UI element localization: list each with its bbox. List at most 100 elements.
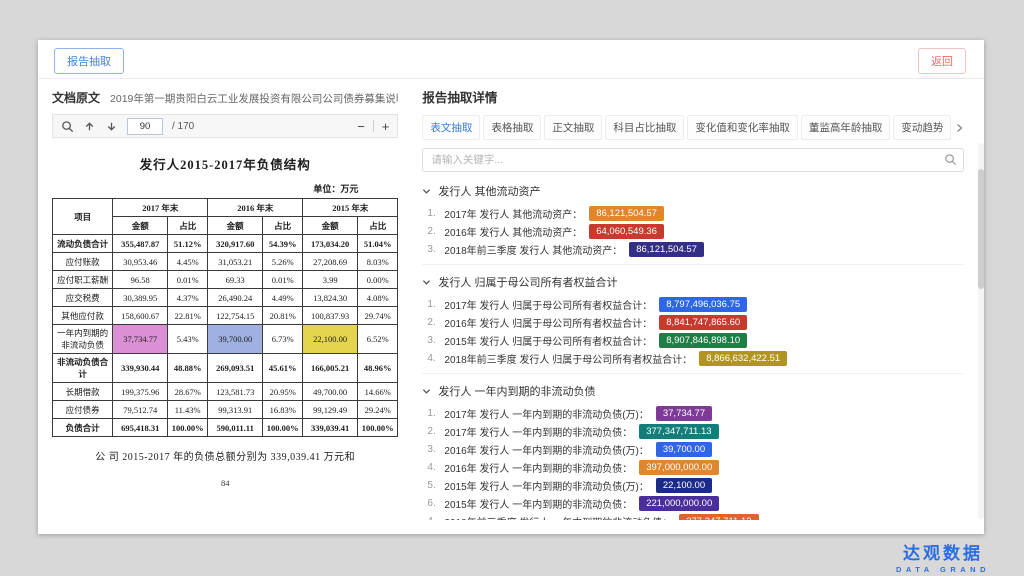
tab-3[interactable]: 科目占比抽取 — [605, 115, 684, 140]
extraction-item: 4.2018年前三季度 发行人 归属于母公司所有者权益合计： 8,866,632,… — [422, 349, 964, 367]
amount-cell: 3.99 — [303, 271, 358, 289]
table-row: 长期借款199,375.9628.67%123,581.7320.95%49,7… — [53, 383, 398, 401]
page-up-icon[interactable] — [83, 120, 96, 133]
percent-cell: 5.26% — [263, 253, 303, 271]
tab-5[interactable]: 董监高年龄抽取 — [801, 115, 891, 140]
value-badge[interactable]: 22,100.00 — [656, 478, 712, 493]
amount-cell: 122,754.15 — [208, 307, 263, 325]
percent-cell: 0.00% — [358, 271, 398, 289]
tab-4[interactable]: 变化值和变化率抽取 — [687, 115, 798, 140]
report-extract-button[interactable]: 报告抽取 — [54, 48, 124, 74]
highlighted-amount-cell[interactable]: 22,100.00 — [303, 325, 358, 354]
amount-cell: 69.33 — [208, 271, 263, 289]
tab-1[interactable]: 表格抽取 — [483, 115, 541, 140]
extraction-item: 2.2016年 发行人 归属于母公司所有者权益合计：8,841,747,865.… — [422, 313, 964, 331]
percent-cell: 6.52% — [358, 325, 398, 354]
item-index: 4. — [427, 516, 444, 521]
zoom-in-button[interactable]: + — [382, 119, 390, 134]
tab-2[interactable]: 正文抽取 — [544, 115, 602, 140]
item-index: 1. — [427, 408, 444, 419]
table-title: 发行人2015-2017年负债结构 — [52, 154, 398, 173]
tab-0[interactable]: 表文抽取 — [422, 115, 480, 140]
page-number-input[interactable] — [127, 118, 163, 135]
value-badge[interactable]: 8,797,496,036.75 — [659, 297, 747, 312]
percent-cell: 54.39% — [263, 235, 303, 253]
amount-cell: 590,011.11 — [208, 419, 263, 437]
value-badge[interactable]: 8,841,747,865.60 — [659, 315, 747, 330]
item-index: 2. — [427, 226, 444, 237]
extraction-item: 4.2016年 发行人 一年内到期的非流动负债：397,000,000.00 — [422, 458, 964, 476]
value-badge[interactable]: 221,000,000.00 — [639, 496, 719, 511]
back-button[interactable]: 返回 — [918, 48, 966, 74]
search-icon[interactable] — [61, 120, 74, 133]
table-row: 流动负债合计355,487.8751.12%320,917.6054.39%17… — [53, 235, 398, 253]
extraction-sections: 发行人 其他流动资产 1. 2017年 发行人 其他流动资产： 86,121,504.… — [422, 174, 964, 520]
amount-cell: 173,034.20 — [303, 235, 358, 253]
value-badge[interactable]: 377,347,711.13 — [639, 424, 718, 439]
scrollbar-thumb[interactable] — [978, 169, 984, 289]
item-label: 2015年 发行人 一年内到期的非流动负债(万)： — [444, 478, 648, 493]
item-label: 2017年 发行人 归属于母公司所有者权益合计： — [444, 297, 652, 312]
section-header[interactable]: 发行人 归属于母公司所有者权益合计 — [422, 268, 964, 295]
search-box — [422, 148, 964, 172]
extraction-section: 发行人 其他流动资产1.2017年 发行人 其他流动资产：86,121,504.… — [422, 174, 964, 265]
percent-cell: 5.43% — [168, 325, 208, 354]
item-index: 5. — [427, 480, 444, 491]
table-row: 应付债券79,512.7411.43%99,313.9116.83%99,129… — [53, 401, 398, 419]
highlighted-amount-cell[interactable]: 39,700.00 — [208, 325, 263, 354]
value-badge[interactable]: 377,347,711.13 — [679, 514, 758, 521]
percent-cell: 48.96% — [358, 354, 398, 383]
item-label: 2018年前三季度 发行人 其他流动资产： — [444, 242, 622, 257]
item-label: 2017年 发行人 其他流动资产： — [444, 206, 582, 221]
logo-cn-text: 达观数据 — [896, 539, 990, 564]
item-index: 4. — [427, 462, 444, 473]
extraction-item: 4.2018年前三季度 发行人 一年内到期的非流动负债：377,347,711.… — [422, 512, 964, 520]
extraction-item: 3.2016年 发行人 一年内到期的非流动负债(万)：39,700.00 — [422, 440, 964, 458]
zoom-out-button[interactable]: − — [357, 119, 365, 134]
right-pane-scrollbar[interactable] — [978, 143, 984, 519]
pdf-page: 发行人2015-2017年负债结构 单位：万元 项目 2017 年末 2016 … — [52, 140, 398, 528]
highlighted-amount-cell[interactable]: 37,734.77 — [113, 325, 168, 354]
table-footnote: 公 司 2015-2017 年的负债总额分别为 339,039.41 万元和 — [52, 448, 398, 463]
section-header[interactable]: 发行人 一年内到期的非流动负债 — [422, 377, 964, 404]
row-item-name: 一年内到期的非流动负债 — [53, 325, 113, 354]
main-panel: 报告抽取 返回 文档原文 2019年第一期贵阳白云工业发展投资有限公司公司债券募… — [38, 40, 984, 534]
tabs-row: 表文抽取表格抽取正文抽取科目占比抽取变化值和变化率抽取董监高年龄抽取变动趋势 — [422, 115, 964, 140]
value-badge[interactable]: 8,866,632,422.51 — [699, 351, 787, 366]
amount-cell: 30,953.46 — [113, 253, 168, 271]
value-badge[interactable]: 86,121,504.57 — [589, 206, 664, 221]
value-badge[interactable]: 397,000,000.00 — [639, 460, 719, 475]
value-badge[interactable]: 39,700.00 — [656, 442, 712, 457]
amount-cell: 96.58 — [113, 271, 168, 289]
amount-cell: 27,208.69 — [303, 253, 358, 271]
item-index: 4. — [427, 353, 444, 364]
toolbar-divider — [373, 120, 374, 132]
value-badge[interactable]: 8,907,846,898.10 — [659, 333, 747, 348]
value-badge[interactable]: 37,734.77 — [656, 406, 712, 421]
percent-cell: 8.03% — [358, 253, 398, 271]
extraction-item: 3.2018年前三季度 发行人 其他流动资产：86,121,504.57 — [422, 240, 964, 258]
amount-cell: 100,837.93 — [303, 307, 358, 325]
section-header[interactable]: 发行人 其他流动资产 — [422, 177, 964, 204]
page-down-icon[interactable] — [105, 120, 118, 133]
amount-cell: 166,005.21 — [303, 354, 358, 383]
percent-cell: 20.81% — [263, 307, 303, 325]
amount-cell: 320,917.60 — [208, 235, 263, 253]
amount-cell: 31,053.21 — [208, 253, 263, 271]
keyword-search-input[interactable] — [422, 148, 964, 172]
value-badge[interactable]: 64,060,549.36 — [589, 224, 664, 239]
row-item-name: 其他应付款 — [53, 307, 113, 325]
header-year-2017: 2017 年末 — [113, 199, 208, 217]
app-background: 报告抽取 返回 文档原文 2019年第一期贵阳白云工业发展投资有限公司公司债券募… — [0, 0, 1024, 576]
extraction-item: 1.2017年 发行人 其他流动资产：86,121,504.57 — [422, 204, 964, 222]
doc-source-label: 文档原文 — [52, 89, 100, 106]
tab-scroll-right-icon[interactable] — [954, 123, 964, 133]
percent-cell: 29.74% — [358, 307, 398, 325]
tab-6[interactable]: 变动趋势 — [893, 115, 951, 140]
amount-cell: 26,490.24 — [208, 289, 263, 307]
percent-cell: 100.00% — [168, 419, 208, 437]
item-label: 2018年前三季度 发行人 归属于母公司所有者权益合计： — [444, 351, 692, 366]
value-badge[interactable]: 86,121,504.57 — [629, 242, 704, 257]
table-row: 应付账款30,953.464.45%31,053.215.26%27,208.6… — [53, 253, 398, 271]
search-icon[interactable] — [944, 153, 957, 166]
